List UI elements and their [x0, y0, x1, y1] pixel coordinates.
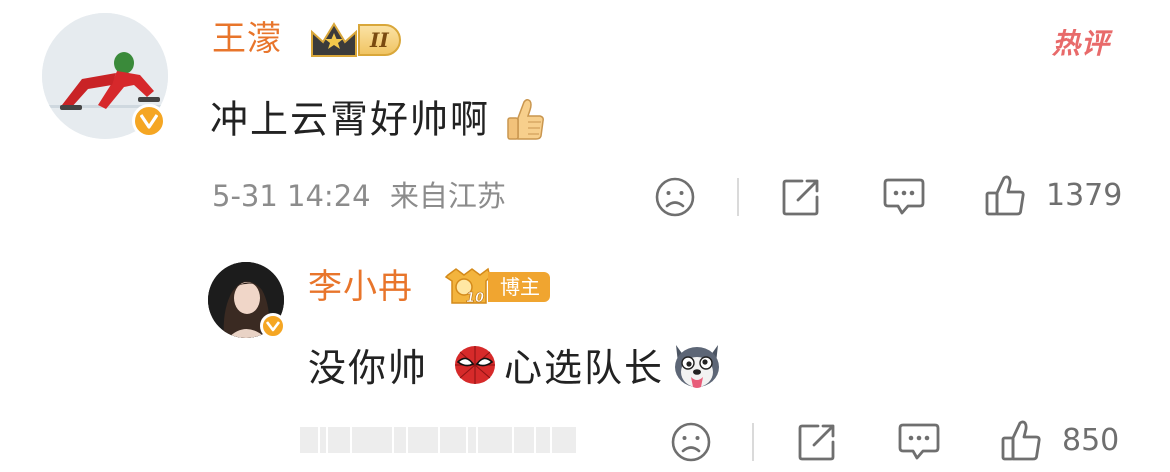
like-count: 1379: [1046, 178, 1123, 213]
reply-text-part2: 心选队长: [504, 346, 665, 390]
thumbs-up-emoji: [504, 96, 546, 148]
like-icon[interactable]: [984, 174, 1026, 218]
spiderman-emoji: [452, 344, 498, 392]
comment-meta: 5-31 14:24 来自江苏: [212, 182, 506, 211]
comment-icon[interactable]: [882, 176, 926, 218]
verified-badge-icon: [260, 313, 286, 339]
action-divider: [752, 423, 754, 461]
comment-icon[interactable]: [897, 421, 941, 463]
sad-face-icon[interactable]: [670, 421, 712, 463]
commenter-username[interactable]: 王濛: [212, 22, 282, 56]
comment-text: 冲上云霄好帅啊: [210, 96, 546, 148]
hidden-reply-preview: [300, 426, 610, 454]
comment-text-content: 冲上云霄好帅啊: [210, 97, 491, 142]
comment-location: 来自江苏: [389, 179, 506, 213]
level-text: II: [370, 28, 389, 52]
fan-level-number: 10: [466, 291, 484, 306]
share-icon[interactable]: [780, 176, 822, 218]
blogger-label: 博主: [488, 272, 550, 302]
like-icon[interactable]: [1000, 419, 1042, 463]
husky-emoji: [668, 341, 726, 395]
action-divider: [737, 178, 739, 216]
sad-face-icon[interactable]: [654, 176, 696, 218]
reply-text: 没你帅 心选队长: [308, 341, 726, 395]
hot-comment-tag: 热评: [1052, 27, 1111, 60]
reply-text-part1: 没你帅: [308, 346, 429, 390]
verified-badge-icon: [132, 104, 166, 138]
blogger-badge[interactable]: 10 博主: [442, 267, 550, 306]
replier-username[interactable]: 李小冉: [308, 270, 413, 304]
crown-icon: [311, 22, 357, 57]
comment-date: 5-31 14:24: [212, 179, 371, 213]
share-icon[interactable]: [796, 421, 838, 463]
membership-level-badge[interactable]: II: [308, 20, 401, 60]
like-count: 850: [1062, 423, 1120, 458]
